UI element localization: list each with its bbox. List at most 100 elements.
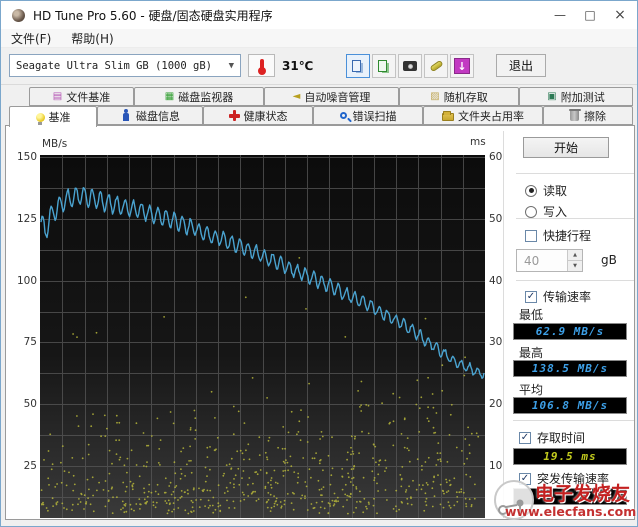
tab-label: 磁盘信息 [136, 108, 180, 124]
max-label: 最高 [519, 344, 543, 361]
tab-label: 自动噪音管理 [304, 89, 370, 105]
tab-aam[interactable]: ◄自动噪音管理 [264, 87, 399, 106]
access-time-display: 19.5 ms [513, 448, 627, 465]
file-benchmark-icon: ▤ [53, 92, 62, 102]
menu-bar: 文件(F) 帮助(H) [1, 29, 637, 48]
thermometer-icon [260, 59, 264, 73]
temperature-value: 31℃ [282, 59, 313, 73]
tab-label: 擦除 [584, 108, 606, 124]
tab-disk-monitor[interactable]: ▦ 磁盘监视器 [134, 87, 264, 106]
window-title: HD Tune Pro 5.60 - 硬盘/固态硬盘实用程序 [33, 7, 273, 24]
tab-label: 随机存取 [444, 89, 488, 105]
copy-image-button[interactable] [372, 54, 396, 78]
access-time-checkbox[interactable]: ✓ 存取时间 [519, 429, 585, 446]
spin-up-icon[interactable]: ▲ [568, 250, 582, 261]
save-button[interactable] [424, 54, 448, 78]
chevron-down-icon: ▼ [229, 61, 234, 71]
screenshot-icon [403, 61, 417, 71]
copy-text-button[interactable] [346, 54, 370, 78]
tab-file-benchmark[interactable]: ▤ 文件基准 [29, 87, 134, 106]
start-button[interactable]: 开始 [523, 137, 609, 158]
min-label: 最低 [519, 306, 543, 323]
min-value-display: 62.9 MB/s [513, 323, 627, 340]
tab-row-secondary: ▤ 文件基准 ▦ 磁盘监视器 ◄自动噪音管理 ▨ 随机存取 ▣ 附加测试 [29, 87, 633, 106]
left-axis-tick: 50 [7, 398, 37, 410]
left-axis-tick: 75 [7, 336, 37, 348]
tab-row-primary: 基准 磁盘信息 健康状态 错误扫描 文件夹占用率 擦除 [9, 106, 633, 125]
tab-label: 基准 [49, 109, 71, 125]
tab-folder-usage[interactable]: 文件夹占用率 [423, 106, 543, 125]
read-radio[interactable]: 读取 [525, 182, 567, 199]
benchmark-chart [40, 155, 485, 518]
checkbox-icon: ✓ [525, 291, 537, 303]
tab-label: 文件基准 [66, 89, 110, 105]
tab-label: 文件夹占用率 [458, 108, 524, 124]
tab-label: 错误扫描 [353, 108, 397, 124]
toolbar: Seagate Ultra Slim GB (1000 gB) ▼ 31℃ ↓ … [1, 48, 637, 85]
aam-icon: ◄ [293, 92, 301, 102]
right-axis-tick: 40 [489, 275, 519, 287]
right-axis-tick: 50 [489, 213, 519, 225]
radio-icon [525, 206, 537, 218]
tab-erase[interactable]: 擦除 [543, 106, 633, 125]
panel-separator [503, 131, 504, 518]
close-button[interactable]: × [605, 1, 635, 29]
short-stroke-checkbox[interactable]: 快捷行程 [525, 227, 591, 244]
folder-usage-icon [442, 113, 454, 121]
avg-value-display: 106.8 MB/s [513, 397, 627, 414]
left-axis-unit: MB/s [42, 138, 67, 150]
radio-icon [525, 185, 537, 197]
right-axis-unit: ms [470, 136, 486, 148]
transfer-rate-checkbox[interactable]: ✓ 传输速率 [525, 288, 591, 305]
tab-label: 健康状态 [244, 108, 288, 124]
tab-error-scan[interactable]: 错误扫描 [313, 106, 423, 125]
tab-health[interactable]: 健康状态 [203, 106, 313, 125]
app-window: HD Tune Pro 5.60 - 硬盘/固态硬盘实用程序 — □ × 文件(… [0, 0, 638, 527]
screenshot-button[interactable] [398, 54, 422, 78]
temperature-indicator [248, 54, 275, 77]
left-axis-tick: 125 [7, 213, 37, 225]
error-scan-icon [340, 112, 347, 119]
maximize-button[interactable]: □ [575, 1, 605, 29]
app-icon [12, 9, 25, 22]
capacity-unit: gB [601, 253, 617, 267]
menu-file[interactable]: 文件(F) [1, 30, 61, 47]
health-icon [229, 110, 240, 121]
avg-label: 平均 [519, 381, 543, 398]
tab-benchmark-bulb[interactable]: 基准 [9, 106, 97, 127]
right-axis-tick: 60 [489, 151, 519, 163]
minimize-button[interactable]: — [545, 1, 575, 29]
tab-label: 磁盘监视器 [178, 89, 233, 105]
disk-info-icon [123, 113, 129, 121]
checkbox-icon: ✓ [519, 432, 531, 444]
copy-text-icon [352, 60, 361, 72]
left-axis-tick: 25 [7, 460, 37, 472]
spin-down-icon[interactable]: ▼ [568, 261, 582, 271]
erase-icon [570, 111, 579, 121]
burst-rate-checkbox[interactable]: ✓ 突发传输速率 [519, 470, 609, 487]
tab-random-access[interactable]: ▨ 随机存取 [399, 87, 519, 106]
save-icon [429, 60, 443, 72]
menu-help[interactable]: 帮助(H) [61, 30, 123, 47]
benchmark-bulb-icon [36, 113, 45, 122]
checkbox-icon: ✓ [519, 473, 531, 485]
disk-monitor-icon: ▦ [165, 92, 174, 102]
checkbox-icon [525, 230, 537, 242]
copy-image-icon [378, 60, 387, 72]
tab-disk-info[interactable]: 磁盘信息 [97, 106, 203, 125]
update-button[interactable]: ↓ [450, 54, 474, 78]
exit-button[interactable]: 退出 [496, 54, 546, 77]
tab-label: 附加测试 [561, 89, 605, 105]
tab-extra-tests[interactable]: ▣ 附加测试 [519, 87, 633, 106]
left-axis-tick: 100 [7, 275, 37, 287]
burst-rate-display [513, 488, 627, 505]
extra-tests-icon: ▣ [547, 92, 556, 102]
drive-select[interactable]: Seagate Ultra Slim GB (1000 gB) ▼ [9, 54, 241, 77]
capacity-value: 40 [517, 250, 567, 271]
title-bar: HD Tune Pro 5.60 - 硬盘/固态硬盘实用程序 — □ × [1, 1, 637, 29]
drive-select-value: Seagate Ultra Slim GB (1000 gB) [16, 60, 212, 72]
capacity-spinner[interactable]: 40 ▲ ▼ [516, 249, 583, 272]
max-value-display: 138.5 MB/s [513, 360, 627, 377]
left-axis-tick: 150 [7, 151, 37, 163]
random-access-icon: ▨ [430, 92, 439, 102]
